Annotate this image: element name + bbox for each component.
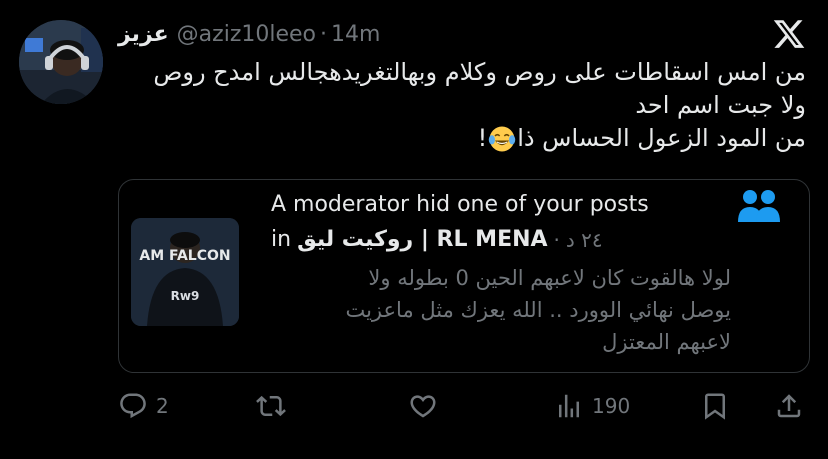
card-separator: ·	[553, 228, 560, 252]
repost-icon	[256, 395, 286, 417]
card-date: ٢٤ د	[565, 228, 603, 252]
views-button[interactable]: 190	[554, 386, 630, 426]
share-icon	[777, 394, 801, 418]
moderation-card[interactable]: AM FALCON Rw9 A moderator hid one of you…	[118, 179, 810, 373]
tweet-text-line: من امس اسقاطات على روص وكلام وبهالتغريده…	[153, 58, 806, 86]
tweet-text-line: ولا جبت اسم احد	[635, 91, 806, 119]
thumbnail-jersey-text: Rw9	[171, 289, 200, 303]
community-name[interactable]: روكيت ليق | RL MENA	[297, 225, 547, 255]
card-body-line: لاعبهم المعتزل	[602, 330, 731, 354]
community-people-icon	[738, 190, 780, 222]
avatar[interactable]	[19, 20, 103, 104]
card-body-line: يوصل نهائي الوورد .. الله يعزك مثل ماعزي…	[345, 298, 731, 322]
share-button[interactable]	[774, 386, 804, 426]
card-sub-prefix: in	[271, 227, 292, 252]
card-body-line: لولا هالقوت كان لاعبهم الحين 0 بطوله ولا	[368, 266, 731, 290]
card-thumbnail: AM FALCON Rw9	[131, 218, 239, 326]
heart-icon	[410, 395, 436, 418]
thumbnail-brand-text: AM FALCON	[139, 248, 230, 264]
card-thumbnail-image: AM FALCON Rw9	[131, 218, 239, 326]
card-subtitle: in روكيت ليق | RL MENA · ٢٤ د	[271, 225, 603, 255]
display-name[interactable]: عزيز	[118, 22, 169, 47]
handle-row: @aziz10leeo · 14m	[177, 22, 381, 47]
reply-button[interactable]: 2	[118, 386, 169, 426]
separator-dot: ·	[320, 21, 327, 47]
views-chart-icon	[559, 394, 579, 418]
card-body: لولا هالقوت كان لاعبهم الحين 0 بطوله ولا…	[271, 262, 731, 358]
timestamp[interactable]: 14m	[331, 22, 380, 47]
tweet-text-line: من المود الزعول الحساس ذا !	[106, 122, 806, 155]
laughing-tears-emoji-icon	[488, 126, 516, 152]
card-title: A moderator hid one of your posts	[271, 192, 649, 217]
tweet-header: عزيز @aziz10leeo · 14m	[118, 17, 380, 51]
like-button[interactable]	[408, 386, 438, 426]
action-bar: 2 190	[118, 386, 810, 426]
avatar-image	[19, 20, 103, 104]
bookmark-button[interactable]	[700, 386, 730, 426]
reply-count: 2	[156, 394, 169, 418]
tweet-text: من امس اسقاطات على روص وكلام وبهالتغريده…	[106, 56, 806, 155]
views-count: 190	[592, 394, 631, 418]
tweet-text-suffix: !	[477, 124, 488, 152]
handle[interactable]: @aziz10leeo	[177, 22, 316, 47]
tweet-text-line-3: من المود الزعول الحساس ذا	[517, 124, 806, 152]
reply-icon	[120, 393, 146, 419]
repost-button[interactable]	[256, 386, 286, 426]
bookmark-icon	[705, 393, 725, 420]
x-logo-icon	[773, 20, 805, 48]
